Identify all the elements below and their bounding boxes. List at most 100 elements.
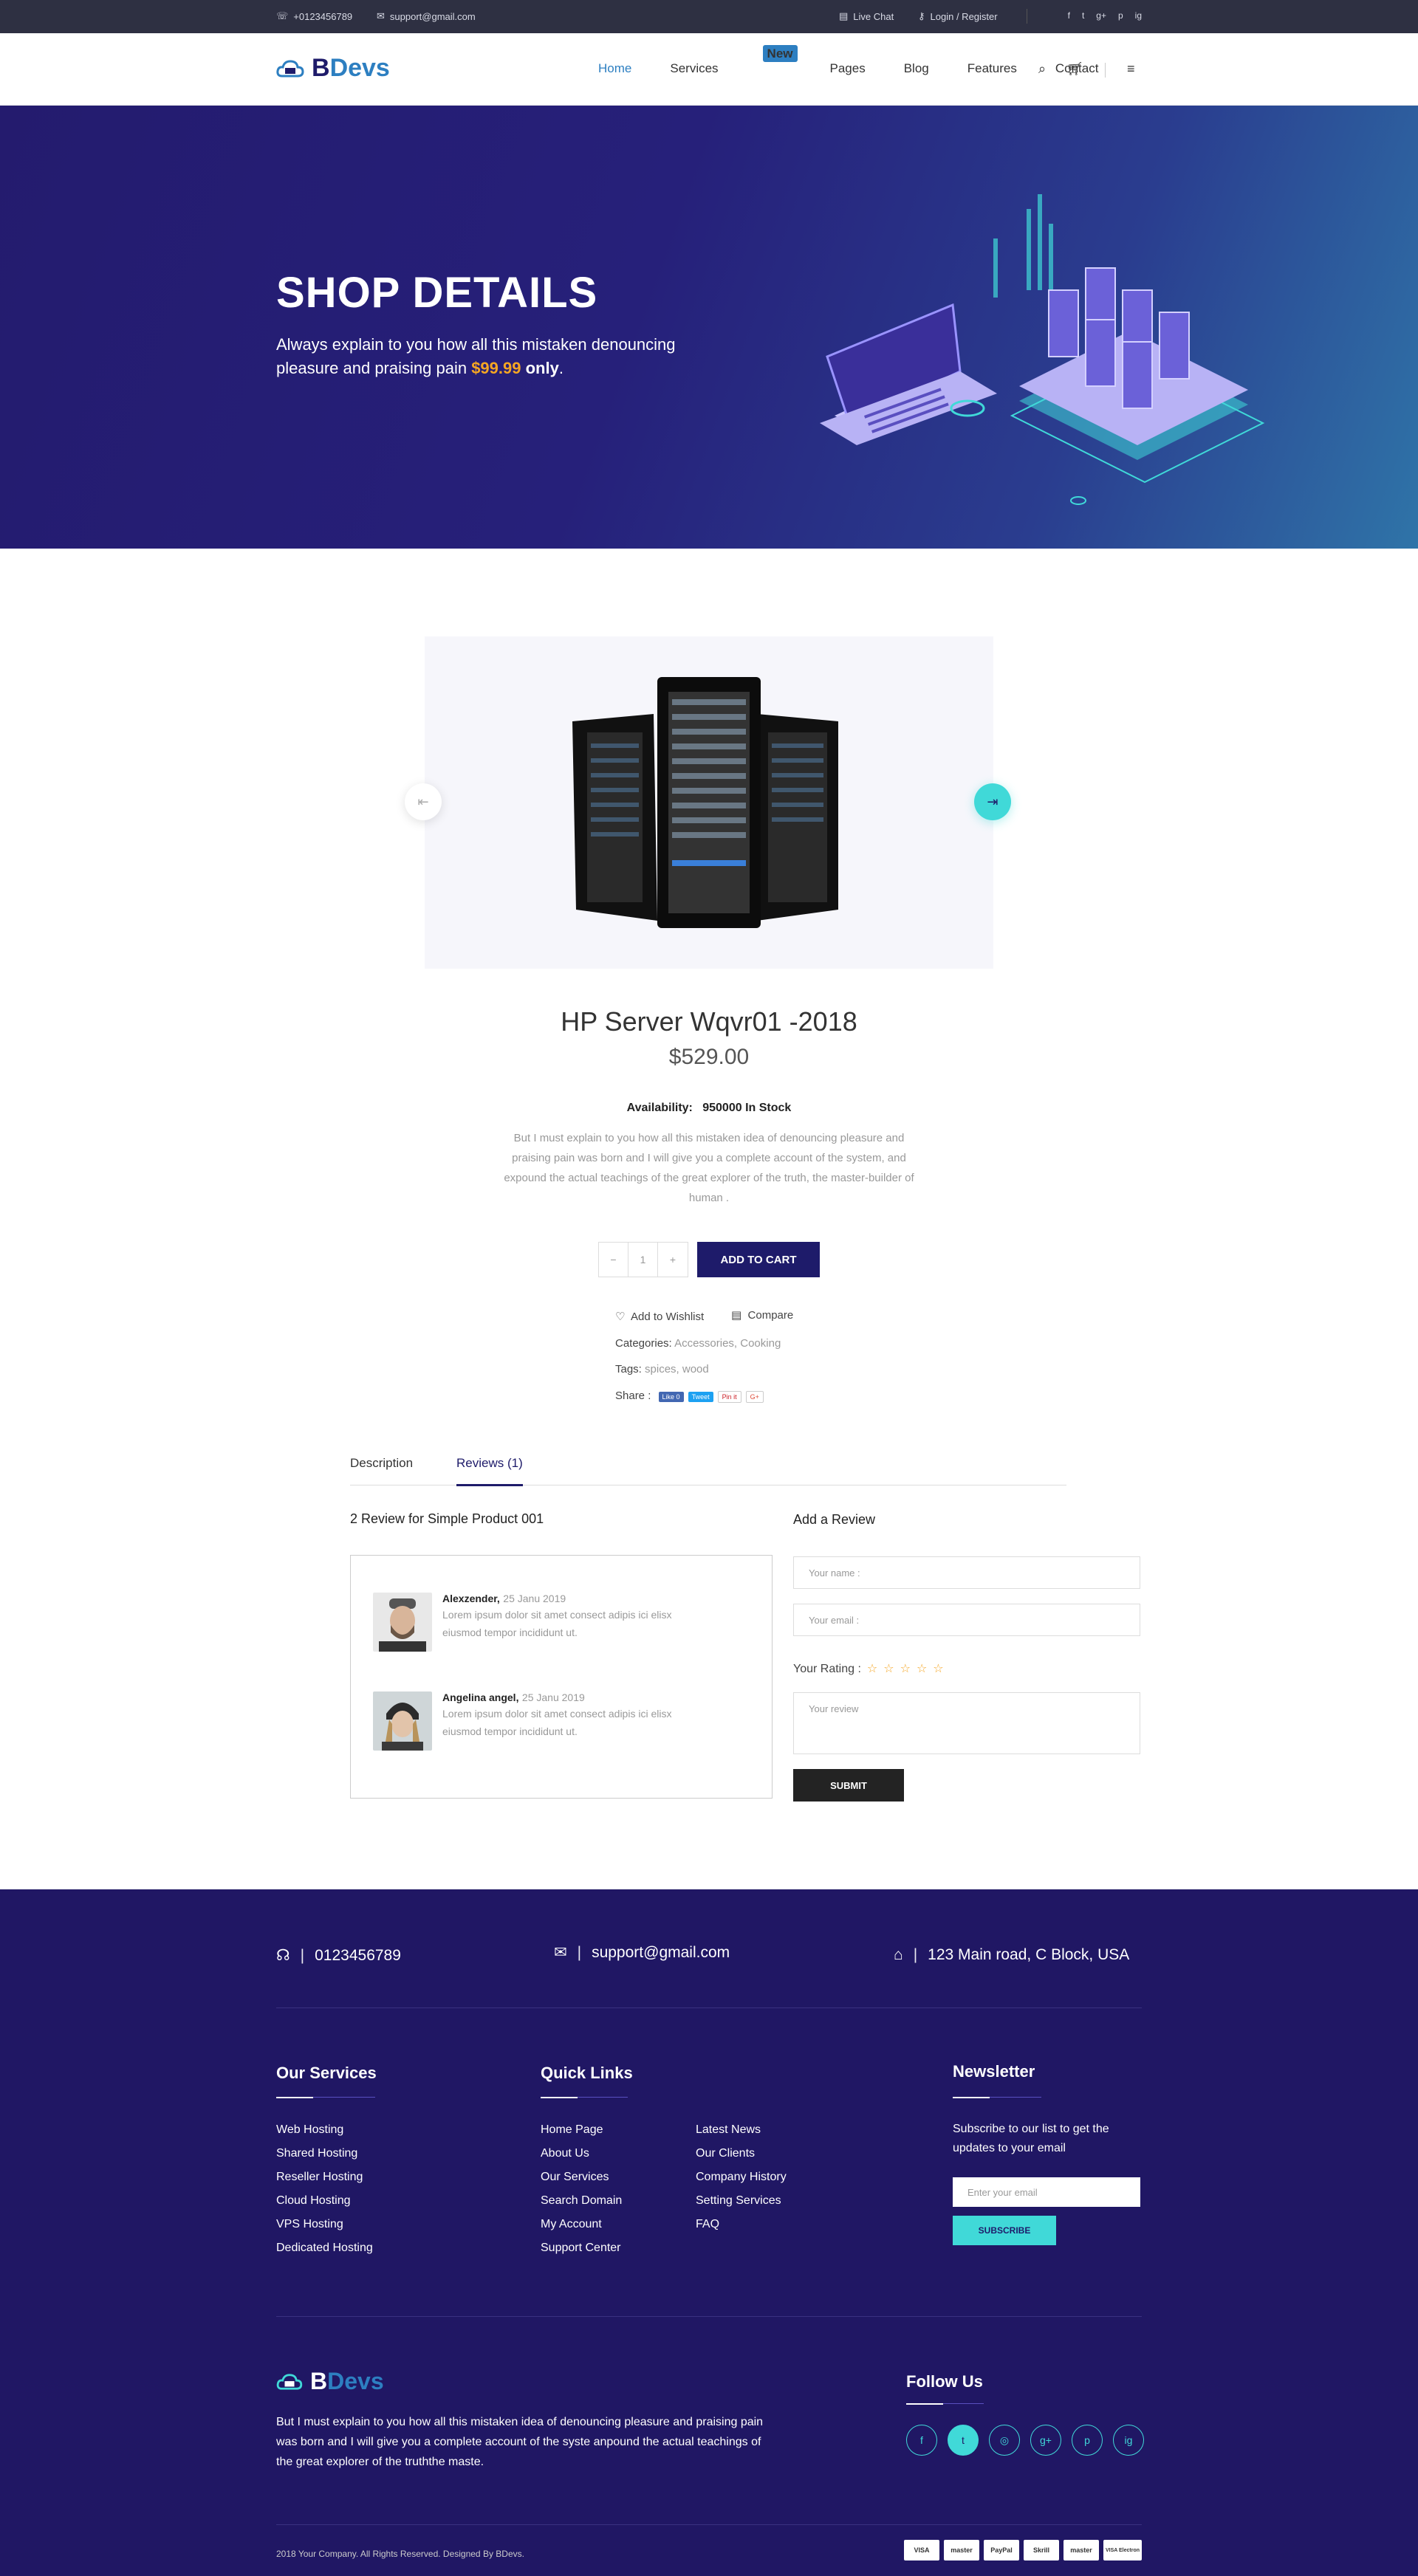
avatar — [373, 1691, 432, 1751]
facebook-like-button[interactable]: Like 0 — [658, 1392, 684, 1402]
rating-stars[interactable]: ☆☆☆☆☆ — [867, 1663, 950, 1675]
separator: | — [913, 1946, 918, 1963]
twitter-icon[interactable]: t — [948, 2425, 979, 2456]
nav-home[interactable]: Home — [598, 61, 631, 76]
live-chat-label: Live Chat — [853, 10, 894, 22]
paypal-icon: PayPal — [984, 2540, 1019, 2560]
footer-link[interactable]: Dedicated Hosting — [276, 2236, 373, 2260]
qty-value[interactable]: 1 — [628, 1243, 658, 1277]
add-to-cart-button[interactable]: ADD TO CART — [697, 1242, 820, 1277]
qty-minus-button[interactable]: − — [599, 1243, 628, 1277]
mail-icon: ✉ — [554, 1944, 567, 1961]
tweet-button[interactable]: Tweet — [688, 1392, 713, 1402]
email-info[interactable]: ✉ support@gmail.com — [377, 10, 476, 22]
nav-services[interactable]: Services New — [670, 45, 798, 76]
footer-phone-text: 0123456789 — [315, 1946, 401, 1964]
categories-value[interactable]: Accessories, Cooking — [674, 1337, 781, 1350]
footer-link[interactable]: Search Domain — [541, 2189, 622, 2213]
nav-pages[interactable]: Pages — [830, 61, 866, 76]
quick-links-col2: Latest News Our Clients Company History Set… — [696, 2118, 787, 2236]
review-name-input[interactable]: Your name : — [793, 1556, 1140, 1589]
qty-plus-button[interactable]: + — [658, 1243, 688, 1277]
nav-features[interactable]: Features — [967, 61, 1017, 76]
services-title: Our Services — [276, 2064, 377, 2082]
footer-link[interactable]: Company History — [696, 2165, 787, 2189]
title-underline — [990, 2097, 1041, 2098]
pinterest-button[interactable]: Pin it — [717, 1391, 741, 1403]
cloud-logo-icon — [276, 59, 304, 77]
compare-label: Compare — [747, 1309, 794, 1322]
review-item: Alexzender, 25 Janu 2019 Lorem ipsum dol… — [373, 1593, 708, 1652]
availability-value: 950000 In Stock — [702, 1102, 792, 1114]
footer-link[interactable]: My Account — [541, 2213, 622, 2236]
instagram-icon[interactable]: ig — [1113, 2425, 1144, 2456]
title-underline — [541, 2097, 578, 2098]
tags-value[interactable]: spices, wood — [645, 1363, 709, 1375]
facebook-icon[interactable]: f — [1068, 10, 1070, 21]
chat-icon: ▤ — [839, 10, 849, 21]
add-review-heading: Add a Review — [793, 1512, 876, 1527]
review-textarea[interactable]: Your review — [793, 1692, 1140, 1754]
subscribe-button[interactable]: SUBSCRIBE — [953, 2216, 1056, 2245]
google-plus-icon[interactable]: g+ — [1030, 2425, 1061, 2456]
title-underline — [313, 2097, 375, 2098]
footer-link[interactable]: Our Services — [541, 2165, 622, 2189]
phone-info[interactable]: ☏ +0123456789 — [276, 10, 352, 22]
footer-link[interactable]: Our Clients — [696, 2142, 787, 2165]
footer-link[interactable]: Reseller Hosting — [276, 2165, 373, 2189]
footer-logo[interactable]: BDevs — [276, 2368, 384, 2395]
compare-link[interactable]: ▤ Compare — [731, 1308, 793, 1322]
footer-link[interactable]: Support Center — [541, 2236, 622, 2260]
footer-link[interactable]: About Us — [541, 2142, 622, 2165]
footer-link[interactable]: Cloud Hosting — [276, 2189, 373, 2213]
footer-link[interactable]: Latest News — [696, 2118, 787, 2142]
footer-link[interactable]: Home Page — [541, 2118, 622, 2142]
phone-text: +0123456789 — [293, 10, 353, 22]
footer-link[interactable]: Shared Hosting — [276, 2142, 373, 2165]
avatar — [373, 1593, 432, 1652]
quantity-stepper[interactable]: − 1 + — [598, 1242, 688, 1277]
logo[interactable]: BDevs — [276, 54, 390, 83]
facebook-icon[interactable]: f — [906, 2425, 937, 2456]
gplus-button[interactable]: G+ — [745, 1391, 764, 1403]
wishlist-link[interactable]: ♡ Add to Wishlist — [615, 1310, 704, 1323]
newsletter-email-input[interactable]: Enter your email — [953, 2177, 1140, 2207]
review-email-input[interactable]: Your email : — [793, 1604, 1140, 1636]
rating-row: Your Rating : ☆☆☆☆☆ — [793, 1661, 950, 1676]
dribbble-icon[interactable]: ◎ — [989, 2425, 1020, 2456]
visa-electron-icon: VISA Electron — [1103, 2540, 1142, 2560]
menu-icon[interactable]: ≡ — [1127, 61, 1135, 77]
page-title: SHOP DETAILS — [276, 269, 598, 317]
top-bar: ☏ +0123456789 ✉ support@gmail.com ▤ Live… — [0, 0, 1418, 33]
pinterest-icon[interactable]: p — [1072, 2425, 1103, 2456]
search-icon[interactable]: ⌕ — [1038, 61, 1046, 77]
tab-description[interactable]: Description — [350, 1456, 413, 1471]
nav-blog[interactable]: Blog — [904, 61, 929, 76]
footer-link[interactable]: FAQ — [696, 2213, 787, 2236]
live-chat-link[interactable]: ▤ Live Chat — [839, 10, 894, 22]
footer-link[interactable]: Web Hosting — [276, 2118, 373, 2142]
cart-icon[interactable]: 🛒︎ — [1066, 61, 1083, 77]
quick-links-title: Quick Links — [541, 2064, 633, 2082]
footer-link[interactable]: Setting Services — [696, 2189, 787, 2213]
key-icon: ⚷ — [918, 10, 925, 21]
pinterest-icon[interactable]: p — [1118, 10, 1123, 21]
footer-link[interactable]: VPS Hosting — [276, 2213, 373, 2236]
prev-arrow-button[interactable]: ⇤ — [405, 783, 442, 820]
login-link[interactable]: ⚷ Login / Register — [918, 10, 998, 22]
tab-reviews[interactable]: Reviews (1) — [456, 1456, 523, 1486]
categories-label: Categories: — [615, 1337, 672, 1350]
instagram-icon[interactable]: ig — [1135, 10, 1142, 21]
footer-email[interactable]: ✉ | support@gmail.com — [554, 1943, 730, 1962]
reviews-list: Alexzender, 25 Janu 2019 Lorem ipsum dol… — [350, 1555, 773, 1799]
submit-review-button[interactable]: SUBMIT — [793, 1769, 904, 1802]
arrow-left-icon: ⇤ — [417, 794, 429, 809]
next-arrow-button[interactable]: ⇥ — [974, 783, 1011, 820]
footer-phone[interactable]: ☊ | 0123456789 — [276, 1946, 401, 1965]
hero-banner: SHOP DETAILS Always explain to you how a… — [0, 106, 1418, 549]
twitter-icon[interactable]: t — [1082, 10, 1084, 21]
google-plus-icon[interactable]: g+ — [1096, 10, 1106, 21]
headset-icon: ☏ — [276, 10, 289, 21]
title-underline — [906, 2403, 943, 2405]
footer-divider — [276, 2524, 1142, 2525]
